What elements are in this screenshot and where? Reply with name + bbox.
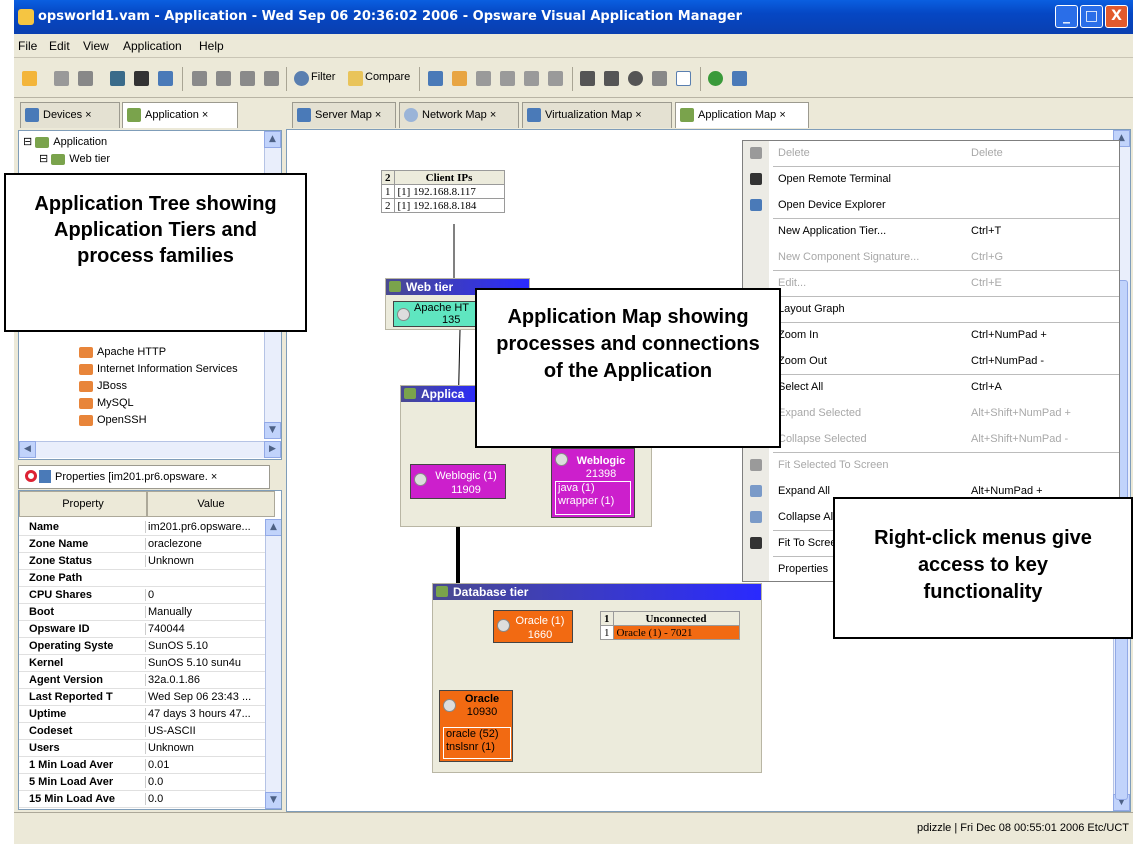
subprocess: wrapper (1) [558, 495, 615, 507]
menu-item-new-application-tier[interactable]: New Application Tier... Ctrl+T [743, 219, 1119, 245]
process-name: Oracle [464, 693, 500, 705]
menu-item-delete[interactable]: Delete Delete [743, 141, 1119, 167]
menu-item-label: Expand All [778, 485, 830, 497]
menu-item-label: Collapse All [778, 511, 836, 523]
weblogic1-process[interactable]: Weblogic (1) 11909 [410, 464, 506, 499]
menu-item-shortcut: Ctrl+T [971, 225, 1002, 237]
menu-item-icon [750, 485, 762, 497]
menu-item-label: Expand Selected [778, 407, 862, 419]
client-header: Client IPs [393, 170, 505, 185]
menu-item-shortcut: Delete [971, 147, 1003, 159]
process-gear-icon [497, 619, 510, 632]
unconnected-count: 1 [600, 611, 614, 626]
menu-item-zoom-in[interactable]: Zoom In Ctrl+NumPad + [743, 323, 1119, 349]
subprocess: tnslsnr (1) [446, 741, 495, 753]
client-row-index: 2 [381, 198, 395, 213]
menu-item-label: Collapse Selected [778, 433, 867, 445]
menu-item-fit-selected-to-screen[interactable]: Fit Selected To Screen [743, 453, 1119, 479]
menu-item-edit[interactable]: Edit... Ctrl+E [743, 271, 1119, 297]
client-row-index: 1 [381, 184, 395, 199]
db-tier-title: Database tier [453, 585, 529, 599]
unconnected-table[interactable]: 1 Unconnected 1 Oracle (1) - 7021 [600, 611, 740, 640]
menu-item-label: Properties [778, 563, 829, 575]
menu-item-icon [750, 173, 762, 185]
process-pid: 11909 [451, 484, 481, 496]
menu-item-label: Select All [778, 381, 824, 393]
process-name: Oracle (1) [515, 615, 565, 627]
database-tier-box[interactable]: Database tier Oracle (1) 1660 1 Unconnecte… [432, 583, 762, 773]
callout-right-click-menus: Right-click menus give access to key fun… [833, 497, 1133, 639]
menu-item-shortcut: Alt+Shift+NumPad - [971, 433, 1069, 445]
weblogic2-process[interactable]: Weblogic 21398 java (1) wrapper (1) [551, 448, 635, 518]
menu-item-label: Open Remote Terminal [778, 173, 891, 185]
process-gear-icon [443, 699, 456, 712]
client-ips-table[interactable]: 2 Client IPs 1 [1] 192.168.8.117 2 [1] 192.… [381, 170, 505, 213]
menu-item-open-remote-terminal[interactable]: Open Remote Terminal [743, 167, 1119, 193]
menu-item-select-all[interactable]: Select All Ctrl+A [743, 375, 1119, 401]
tier-icon [389, 281, 401, 292]
menu-item-shortcut: Ctrl+NumPad - [971, 355, 1045, 367]
process-gear-icon [414, 473, 427, 486]
process-name: Weblogic [576, 455, 626, 467]
menu-item-shortcut: Ctrl+NumPad + [971, 329, 1047, 341]
menu-item-shortcut: Ctrl+A [971, 381, 1002, 393]
menu-item-label: Zoom Out [778, 355, 827, 367]
menu-item-expand-selected[interactable]: Expand Selected Alt+Shift+NumPad + [743, 401, 1119, 427]
unconnected-index: 1 [600, 625, 614, 640]
menu-item-icon [750, 537, 762, 549]
subprocess: oracle (52) [446, 728, 499, 740]
menu-item-label: Zoom In [778, 329, 819, 341]
menu-item-new-component-signature[interactable]: New Component Signature... Ctrl+G [743, 245, 1119, 271]
oracle2-process[interactable]: Oracle 10930 oracle (52) tnslsnr (1) [439, 690, 513, 762]
menu-item-icon [750, 459, 762, 471]
web-tier-title: Web tier [406, 280, 454, 294]
menu-item-collapse-selected[interactable]: Collapse Selected Alt+Shift+NumPad - [743, 427, 1119, 453]
subprocess: java (1) [558, 482, 595, 494]
menu-item-layout-graph[interactable]: Layout Graph [743, 297, 1119, 323]
tier-icon [404, 388, 416, 399]
callout-application-map: Application Map showing processes and co… [475, 288, 781, 448]
process-gear-icon [555, 453, 568, 466]
menu-item-shortcut: Alt+NumPad + [971, 485, 1043, 497]
process-name: Weblogic (1) [435, 470, 497, 482]
menu-item-label: New Application Tier... [778, 225, 887, 237]
menu-item-icon [750, 199, 762, 211]
menu-item-shortcut: Ctrl+E [971, 277, 1002, 289]
process-pid: 1660 [527, 629, 553, 641]
oracle1-process[interactable]: Oracle (1) 1660 [493, 610, 573, 643]
process-gear-icon [397, 308, 410, 321]
unconnected-header: Unconnected [612, 611, 740, 626]
menu-item-label: Open Device Explorer [778, 199, 886, 211]
app-tier-title: Applica [421, 387, 465, 401]
menu-item-shortcut: Ctrl+G [971, 251, 1004, 263]
menu-item-zoom-out[interactable]: Zoom Out Ctrl+NumPad - [743, 349, 1119, 375]
process-pid: 135 [442, 314, 461, 326]
menu-item-label: Layout Graph [778, 303, 845, 315]
menu-item-open-device-explorer[interactable]: Open Device Explorer [743, 193, 1119, 219]
menu-item-label: Delete [778, 147, 810, 159]
client-count: 2 [381, 170, 395, 185]
menu-item-icon [750, 147, 762, 159]
tier-icon [436, 586, 448, 597]
menu-item-shortcut: Alt+Shift+NumPad + [971, 407, 1071, 419]
client-ip: [1] 192.168.8.117 [393, 184, 505, 199]
menu-item-label: New Component Signature... [778, 251, 920, 263]
process-pid: 10930 [466, 706, 498, 718]
callout-application-tree: Application Tree showing Application Tie… [4, 173, 307, 332]
unconnected-item: Oracle (1) - 7021 [612, 625, 740, 640]
menu-item-icon [750, 511, 762, 523]
menu-item-label: Edit... [778, 277, 807, 289]
apache-process[interactable]: Apache HT 135 [393, 301, 483, 327]
process-pid: 21398 [585, 468, 617, 480]
process-name: Apache HT [414, 302, 470, 314]
menu-item-label: Fit Selected To Screen [778, 459, 889, 471]
client-ip: [1] 192.168.8.184 [393, 198, 505, 213]
